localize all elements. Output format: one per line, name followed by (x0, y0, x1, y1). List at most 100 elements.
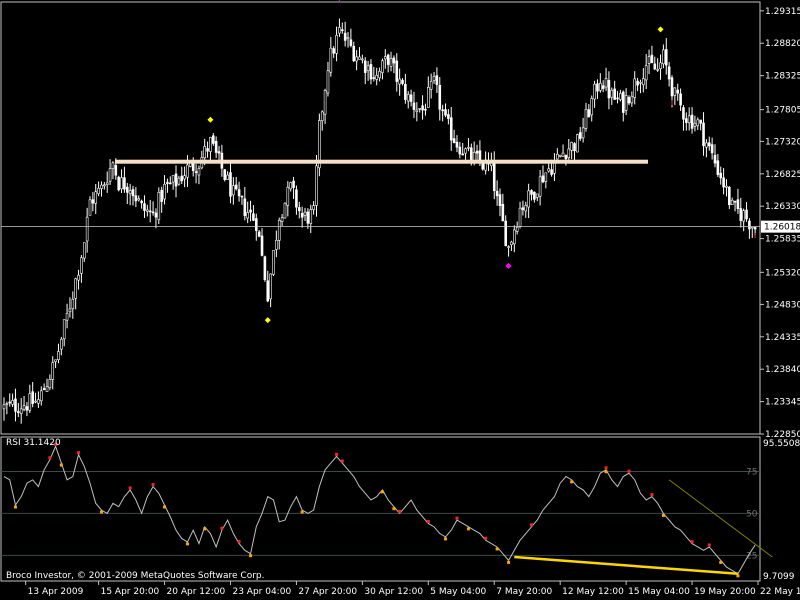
candle-body (501, 204, 505, 222)
candle-body (705, 142, 708, 148)
candle (157, 187, 161, 225)
candle-body (42, 388, 46, 391)
candle-body (375, 74, 378, 80)
time-tick-label: 15 Apr 20:00 (101, 587, 160, 597)
candle-body (252, 213, 255, 221)
candle-body (2, 404, 6, 410)
candle-body (240, 195, 244, 198)
candle-body (558, 154, 562, 157)
candle-body (421, 105, 424, 111)
candle-body (125, 186, 129, 193)
candle-body (300, 212, 304, 218)
candle-body (392, 57, 396, 64)
candle-body (730, 199, 734, 205)
candle-body (234, 184, 238, 190)
rsi-trough-dot (249, 554, 253, 558)
candle-body (160, 189, 163, 202)
candle-body (154, 212, 158, 218)
candle-body (745, 209, 748, 220)
candle-body (475, 150, 479, 154)
candle-body (361, 58, 364, 61)
candle-body (191, 162, 195, 171)
rsi-trough-dot (203, 527, 207, 531)
resistance-line[interactable] (115, 159, 648, 164)
candle-body (510, 241, 513, 246)
candle-body (696, 119, 700, 126)
candle-body (323, 90, 327, 115)
candle-body (269, 273, 272, 300)
candle-body (441, 109, 444, 112)
candle-body (742, 210, 745, 222)
candle-body (37, 399, 40, 404)
rsi-peak-dot (707, 543, 711, 547)
candle-body (272, 250, 275, 275)
candle-body (656, 69, 659, 71)
candle-body (57, 351, 60, 361)
candle-body (716, 160, 720, 175)
candle-body (249, 209, 252, 213)
candle-body (736, 199, 740, 210)
candle-body (429, 81, 433, 90)
candle-body (120, 177, 123, 190)
copyright-footer: Broco Investor, © 2001-2009 MetaQuotes S… (6, 571, 265, 581)
time-tick-label: 23 Apr 04:00 (232, 587, 291, 597)
candle-body (518, 207, 522, 227)
candle-body (607, 80, 611, 99)
candle-body (604, 78, 608, 88)
candle-body (530, 190, 533, 195)
candle-body (627, 97, 631, 104)
price-tick-label: 1.29315 (765, 7, 800, 17)
price-tick-label: 1.26330 (765, 202, 800, 212)
rsi-peak-dot (48, 456, 52, 460)
rsi-peak-dot (335, 452, 339, 456)
price-tick-label: 1.23345 (765, 398, 800, 408)
candle-body (662, 49, 665, 65)
candle-body (432, 75, 436, 81)
candle-body (180, 175, 184, 182)
price-tick-label: 1.27320 (765, 137, 800, 147)
candle-body (217, 151, 221, 154)
candle-body (143, 203, 146, 211)
candle-body (260, 235, 264, 256)
rsi-trough-dot (466, 527, 470, 531)
candle-body (297, 207, 301, 212)
candle-body (286, 186, 290, 206)
candle-body (223, 169, 227, 180)
candle-body (556, 153, 559, 160)
rsi-peak-dot (151, 483, 155, 487)
candle-body (690, 114, 694, 129)
rsi-level-label: 50 (746, 509, 758, 519)
candle-body (576, 134, 579, 153)
candle-body (504, 220, 508, 247)
candle-body (707, 142, 711, 147)
candle-body (22, 405, 26, 410)
candle-body (266, 280, 270, 302)
candle-body (599, 82, 602, 91)
candle-body (535, 193, 539, 198)
rsi-peak-dot (426, 519, 430, 523)
candle-body (685, 118, 688, 123)
candle-body (197, 168, 201, 176)
candle-body (25, 406, 29, 411)
price-tick-label: 1.26825 (765, 170, 800, 180)
price-tick-label: 1.23840 (765, 365, 800, 375)
candle-body (171, 175, 175, 183)
candle (117, 175, 120, 192)
candle-body (748, 220, 751, 230)
candle-body (636, 80, 639, 86)
candle-body (85, 216, 89, 242)
candle-body (550, 169, 553, 175)
candle-body (232, 185, 235, 196)
rsi-peak-dot (650, 493, 654, 497)
candle-body (538, 176, 542, 197)
price-tick-label: 1.25320 (765, 268, 800, 278)
candle-body (679, 93, 682, 106)
candle-body (186, 164, 189, 178)
candle-body (65, 312, 69, 321)
rsi-peak-dot (455, 516, 459, 520)
candle-body (447, 114, 450, 119)
chart-root: 1.29315 1.28820 1.28325 1.27805 1.27320 1.268… (0, 0, 800, 600)
candle-body (467, 146, 470, 149)
candle-body (229, 172, 232, 197)
candle-body (653, 63, 657, 70)
